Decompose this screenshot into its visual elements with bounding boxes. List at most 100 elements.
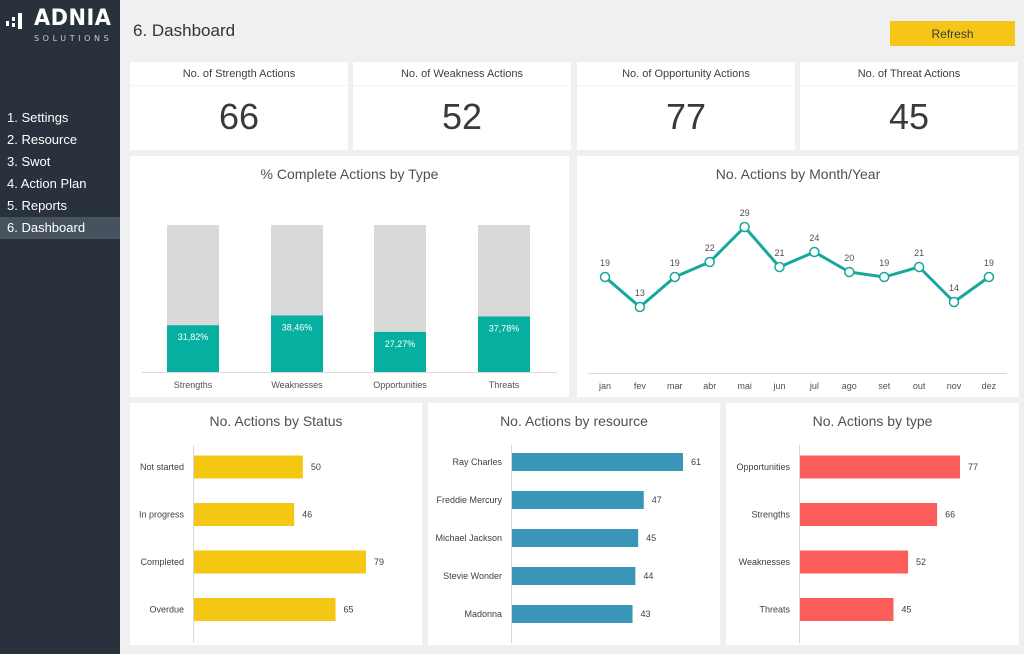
chart-pct-complete-svg: 31,82% Strengths 38,46% Weaknesses 27,27% Opp…	[142, 225, 557, 390]
data-point	[599, 271, 611, 283]
kpi-value: 45	[888, 96, 930, 137]
category-label: In progress	[139, 510, 185, 520]
data-label: 24	[809, 233, 819, 243]
sidebar-nav: 1. Settings 2. Resource 3. Swot 4. Action P…	[0, 107, 120, 239]
data-label: 77	[968, 462, 978, 472]
data-point	[948, 296, 960, 308]
tick-label: jan	[598, 381, 611, 391]
tick-label: jun	[772, 381, 785, 391]
data-point	[844, 266, 855, 278]
page-title: 6. Dashboard	[133, 21, 236, 40]
chart-by-status-svg: Not started 50 In progress 46 Completed 79 Ove…	[139, 445, 384, 643]
tick-label: nov	[947, 381, 962, 391]
chart-by-type-svg: Opportunities 77 Strengths 66 Weaknesses 52 Th…	[736, 445, 978, 643]
data-label: 43	[641, 609, 651, 619]
bar	[512, 567, 636, 585]
tick-label: jul	[809, 381, 819, 391]
tick-label: mai	[737, 381, 752, 391]
data-point	[913, 261, 925, 273]
category-label: Madonna	[464, 609, 502, 619]
data-label: 29	[740, 208, 750, 218]
logo: ADNIA SOLUTIONS	[6, 6, 116, 46]
data-label: 21	[774, 248, 784, 258]
data-label: 38,46%	[282, 322, 313, 332]
chart-pct-complete: % Complete Actions by Type 31,82% Strengt…	[130, 156, 569, 397]
data-label: 45	[646, 533, 656, 543]
bar	[800, 503, 938, 526]
chart-by-month: No. Actions by Month/Year 19 jan 13 fev 19 ma…	[577, 156, 1019, 397]
tick-label: Threats	[489, 380, 520, 390]
kpi-title: No. of Threat Actions	[800, 62, 1018, 86]
data-label: 66	[945, 510, 955, 520]
data-point	[983, 271, 995, 283]
kpi-card-weakness: No. of Weakness Actions 52	[353, 62, 571, 150]
sidebar-item-action-plan[interactable]: 4. Action Plan	[0, 173, 120, 195]
sidebar-item-dashboard[interactable]: 6. Dashboard	[0, 217, 120, 239]
data-label: 45	[902, 605, 912, 615]
bar	[512, 453, 683, 471]
data-label: 19	[879, 258, 889, 268]
tick-label: ago	[842, 381, 857, 391]
category-label: Stevie Wonder	[443, 571, 502, 581]
sidebar-item-resource[interactable]: 2. Resource	[0, 129, 120, 151]
data-label: 13	[635, 288, 645, 298]
chart-by-resource-svg: Ray Charles 61 Freddie Mercury 47 Michael Ja…	[435, 445, 701, 643]
category-label: Freddie Mercury	[436, 495, 502, 505]
data-point	[704, 256, 715, 268]
kpi-value: 77	[665, 96, 707, 137]
refresh-button[interactable]: Refresh	[890, 21, 1015, 46]
kpi-title: No. of Weakness Actions	[353, 62, 571, 86]
sidebar-item-settings[interactable]: 1. Settings	[0, 107, 120, 129]
data-label: 61	[691, 457, 701, 467]
data-label: 37,78%	[489, 323, 520, 333]
logo-wordmark: ADNIA	[34, 6, 112, 31]
data-label: 50	[311, 462, 321, 472]
data-point	[774, 261, 785, 273]
data-label: 14	[949, 283, 959, 293]
bar	[800, 598, 894, 621]
logo-subtitle: SOLUTIONS	[34, 34, 113, 43]
kpi-card-threat: No. of Threat Actions 45	[800, 62, 1018, 150]
data-point	[739, 221, 750, 233]
data-label: 65	[344, 605, 354, 615]
data-label: 19	[670, 258, 680, 268]
data-label: 19	[984, 258, 994, 268]
tick-label: abr	[703, 381, 716, 391]
chart-by-month-svg: 19 jan 13 fev 19 mar 22 abr 29 mai 21 jun 24 jul 20 ago…	[588, 208, 1007, 391]
data-label: 52	[916, 557, 926, 567]
category-label: Strengths	[751, 510, 790, 520]
kpi-value: 52	[441, 96, 483, 137]
data-label: 22	[705, 243, 715, 253]
category-label: Overdue	[149, 605, 184, 615]
data-point	[669, 271, 681, 283]
bar	[800, 455, 960, 479]
chart-by-resource: No. Actions by resource Ray Charles 61 Fre…	[428, 403, 720, 645]
tick-label: set	[878, 381, 891, 391]
tick-label: Weaknesses	[271, 380, 323, 390]
data-point	[634, 301, 646, 313]
chart-by-status: No. Actions by Status Not started 50 In pr…	[130, 403, 422, 645]
data-point	[809, 246, 820, 258]
kpi-card-opportunity: No. of Opportunity Actions 77	[577, 62, 795, 150]
chart-by-type: No. Actions by type Opportunities 77 Stren…	[726, 403, 1019, 645]
tick-label: Opportunities	[373, 380, 427, 390]
bar	[512, 491, 644, 509]
sidebar-item-reports[interactable]: 5. Reports	[0, 195, 120, 217]
data-label: 44	[643, 571, 653, 581]
kpi-value: 66	[218, 96, 260, 137]
category-label: Threats	[759, 605, 790, 615]
category-label: Michael Jackson	[435, 533, 502, 543]
sidebar: ADNIA SOLUTIONS 1. Settings 2. Resource 3.…	[0, 0, 120, 654]
series-line	[604, 225, 990, 309]
tick-label: Strengths	[174, 380, 213, 390]
category-label: Opportunities	[736, 462, 790, 472]
sidebar-item-swot[interactable]: 3. Swot	[0, 151, 120, 173]
data-point	[878, 271, 890, 283]
data-label: 79	[374, 557, 384, 567]
bar	[194, 455, 303, 479]
data-label: 27,27%	[385, 339, 416, 349]
bar	[512, 605, 633, 623]
bar	[194, 550, 366, 574]
data-label: 20	[844, 253, 854, 263]
data-label: 31,82%	[178, 332, 209, 342]
